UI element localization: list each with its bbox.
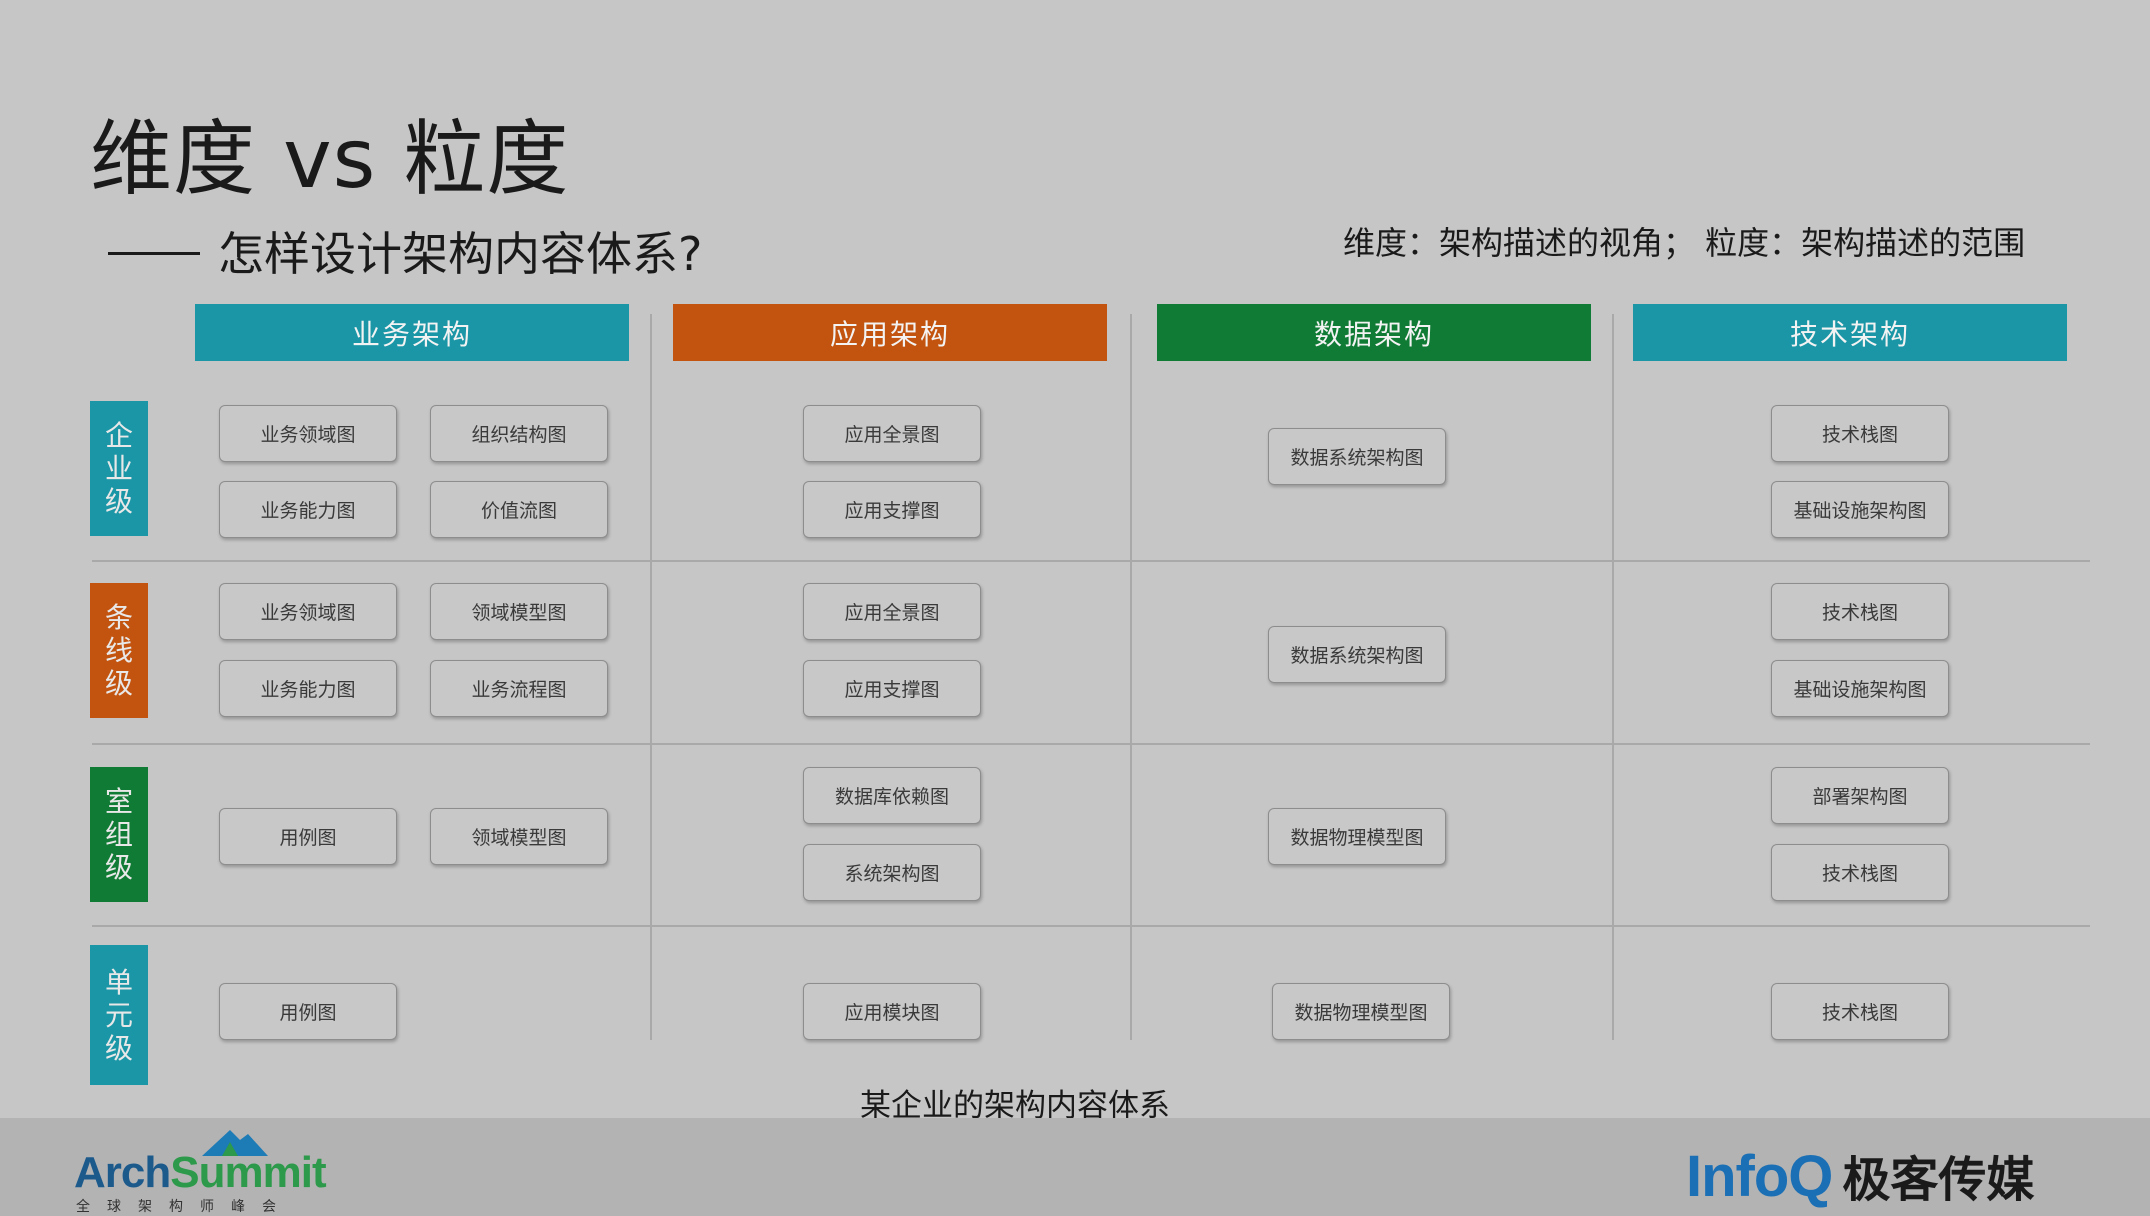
diagram-box: 业务领域图: [219, 405, 397, 462]
diagram-box: 技术栈图: [1771, 583, 1949, 640]
infoq-chinese-name: 极客传媒: [1842, 1152, 2035, 1208]
row-label-char: 级: [104, 1031, 133, 1065]
diagram-box: 用例图: [219, 983, 397, 1040]
diagram-box: 应用支撑图: [803, 481, 981, 538]
diagram-box: 应用支撑图: [803, 660, 981, 717]
infoq-logo: InfoQ 极客传媒: [1686, 1140, 2034, 1210]
column-header-technology: 技术架构: [1633, 304, 2067, 361]
slide-title: 维度 vs 粒度: [90, 112, 570, 207]
diagram-box: 数据系统架构图: [1268, 626, 1446, 683]
dash-divider: [108, 252, 200, 255]
row-label-enterprise: 企 业 级: [90, 401, 148, 536]
diagram-box: 应用全景图: [803, 405, 981, 462]
column-header-data: 数据架构: [1157, 304, 1591, 361]
row-label-char: 企: [104, 419, 133, 452]
row-label-char: 级: [104, 851, 133, 884]
row-label-line: 条 线 级: [90, 583, 148, 718]
diagram-box: 技术栈图: [1771, 844, 1949, 901]
diagram-box: 价值流图: [430, 481, 608, 538]
column-header-application: 应用架构: [673, 304, 1107, 361]
column-divider: [650, 314, 652, 1040]
diagram-box: 用例图: [219, 808, 397, 865]
row-divider: [92, 743, 2090, 745]
archsummit-word-arch: Arch: [74, 1148, 171, 1197]
diagram-box: 技术栈图: [1771, 405, 1949, 462]
diagram-box: 基础设施架构图: [1771, 660, 1949, 717]
row-label-char: 室: [104, 785, 133, 818]
diagram-box: 数据物理模型图: [1272, 983, 1450, 1040]
diagram-box: 领域模型图: [430, 583, 608, 640]
row-label-char: 单: [104, 965, 133, 999]
column-divider: [1612, 314, 1614, 1040]
diagram-box: 数据库依赖图: [803, 767, 981, 824]
diagram-box: 领域模型图: [430, 808, 608, 865]
column-divider: [1130, 314, 1132, 1040]
diagram-box: 数据物理模型图: [1268, 808, 1446, 865]
diagram-box: 业务能力图: [219, 481, 397, 538]
row-label-char: 线: [104, 634, 133, 667]
row-label-team: 室 组 级: [90, 767, 148, 902]
row-label-char: 级: [104, 485, 133, 518]
diagram-box: 数据系统架构图: [1268, 428, 1446, 485]
archsummit-word-summit: Summit: [170, 1148, 326, 1197]
diagram-box: 基础设施架构图: [1771, 481, 1949, 538]
subtitle-text: 怎样设计架构内容体系?: [218, 227, 703, 281]
row-label-char: 条: [104, 601, 133, 634]
archsummit-logo: ArchSummit 全球架构师峰会: [74, 1128, 327, 1215]
archsummit-wordmark: ArchSummit: [74, 1148, 327, 1198]
row-label-unit: 单 元 级: [90, 945, 148, 1085]
row-label-char: 元: [104, 998, 133, 1032]
row-label-char: 级: [104, 667, 133, 700]
diagram-box: 应用模块图: [803, 983, 981, 1040]
diagram-box: 组织结构图: [430, 405, 608, 462]
definition-note: 维度：架构描述的视角； 粒度：架构描述的范围: [1343, 224, 2026, 262]
infoq-wordmark: InfoQ: [1686, 1144, 1833, 1209]
diagram-box: 业务能力图: [219, 660, 397, 717]
diagram-box: 系统架构图: [803, 844, 981, 901]
row-label-char: 组: [104, 818, 133, 851]
slide-subtitle: 怎样设计架构内容体系?: [108, 218, 702, 284]
diagram-box: 业务领域图: [219, 583, 397, 640]
diagram-box: 部署架构图: [1771, 767, 1949, 824]
column-header-business: 业务架构: [195, 304, 629, 361]
diagram-box: 业务流程图: [430, 660, 608, 717]
diagram-box: 技术栈图: [1771, 983, 1949, 1040]
row-label-char: 业: [104, 452, 133, 485]
diagram-box: 应用全景图: [803, 583, 981, 640]
row-divider: [92, 925, 2090, 927]
archsummit-subtitle: 全球架构师峰会: [76, 1199, 293, 1215]
row-divider: [92, 560, 2090, 562]
